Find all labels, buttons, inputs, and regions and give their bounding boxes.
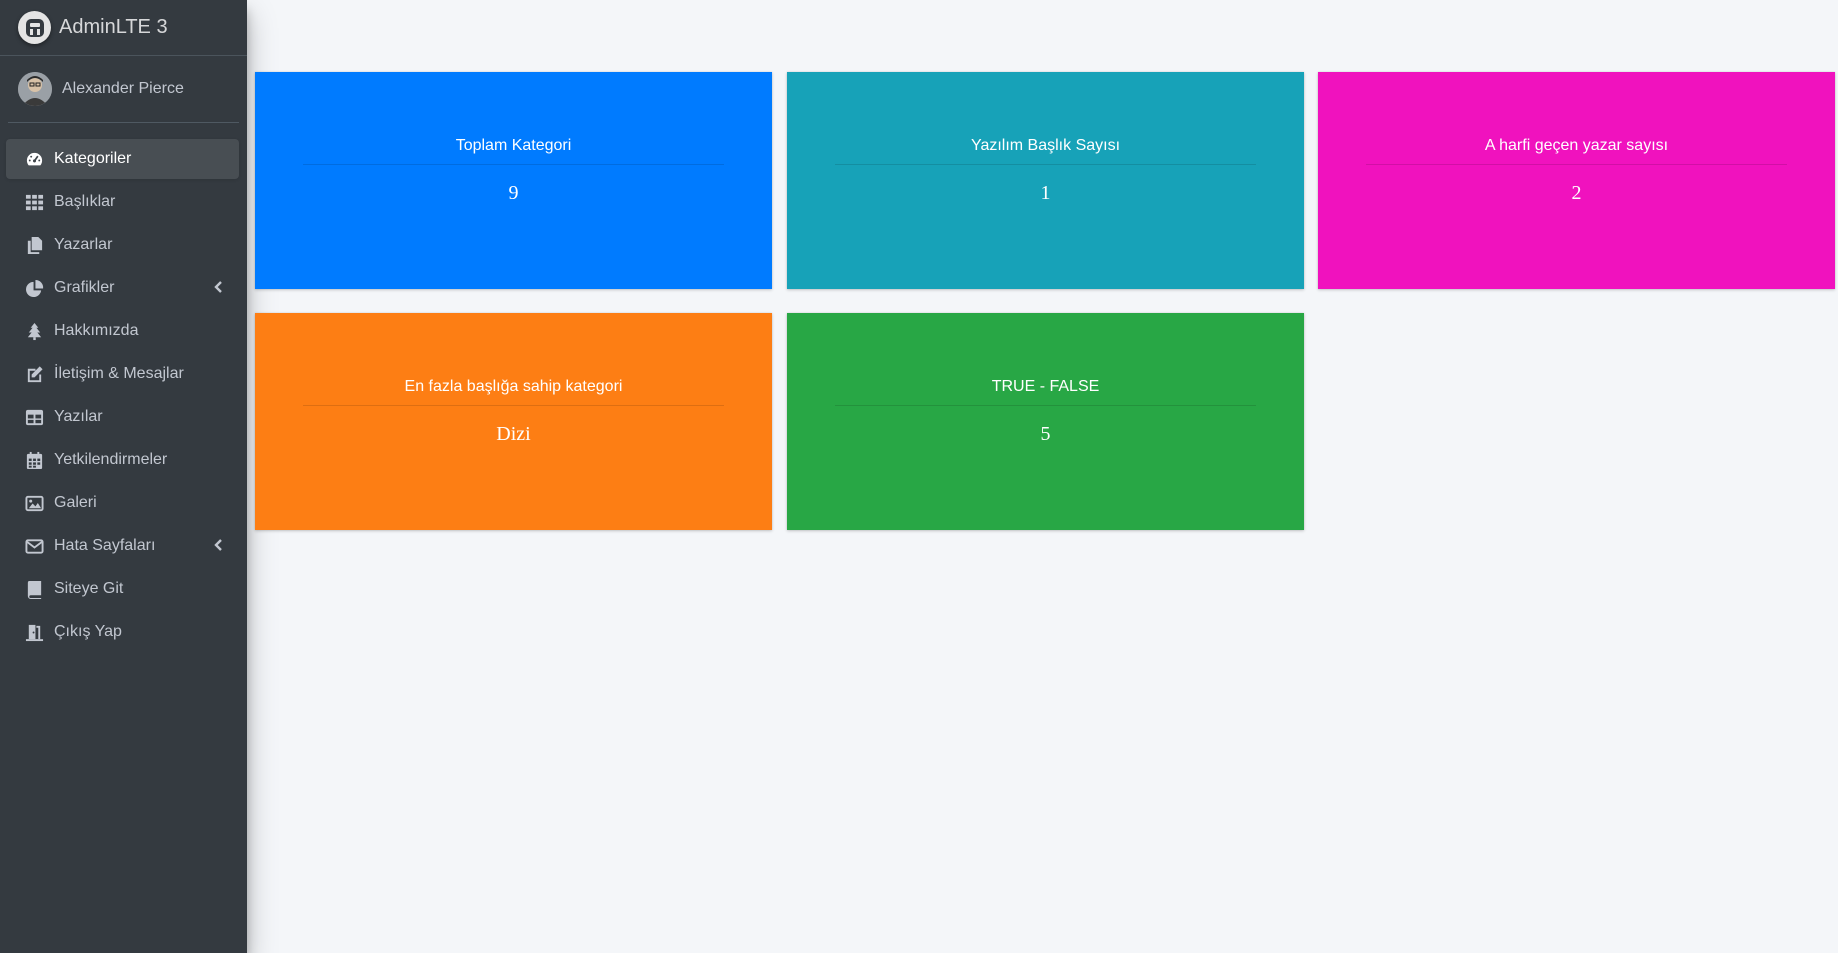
th-grid-icon [24, 192, 44, 212]
sidebar-item-galeri[interactable]: Galeri [6, 483, 239, 523]
sidebar-item-label: Yazılar [54, 408, 103, 425]
sidebar-item-basliklar[interactable]: Başlıklar [6, 182, 239, 222]
card-yazilim-baslik-sayisi: Yazılım Başlık Sayısı 1 [787, 72, 1304, 289]
card-value: Dizi [496, 423, 531, 445]
sidebar-item-hata-sayfalari[interactable]: Hata Sayfaları [6, 526, 239, 566]
image-icon [24, 493, 44, 513]
card-title: TRUE - FALSE [835, 378, 1256, 406]
door-icon [24, 622, 44, 642]
sidebar-item-yazarlar[interactable]: Yazarlar [6, 225, 239, 265]
chevron-left-icon[interactable] [213, 280, 223, 294]
tree-icon [24, 321, 44, 341]
adminlte-logo-icon [18, 11, 51, 44]
user-name[interactable]: Alexander Pierce [62, 80, 184, 98]
calendar-icon [24, 450, 44, 470]
copy-icon [24, 235, 44, 255]
card-toplam-kategori: Toplam Kategori 9 [255, 72, 772, 289]
card-value: 9 [508, 182, 519, 204]
sidebar-item-label: Hata Sayfaları [54, 537, 156, 554]
card-title: Yazılım Başlık Sayısı [835, 137, 1256, 165]
sidebar-item-grafikler[interactable]: Grafikler [6, 268, 239, 308]
sidebar-item-kategoriler[interactable]: Kategoriler [6, 139, 239, 179]
sidebar-item-iletisim[interactable]: İletişim & Mesajlar [6, 354, 239, 394]
card-a-harfi-yazar-sayisi: A harfi geçen yazar sayısı 2 [1318, 72, 1835, 289]
sidebar-item-label: Çıkış Yap [54, 623, 122, 640]
table-icon [24, 407, 44, 427]
chart-pie-icon [24, 278, 44, 298]
sidebar-item-label: Grafikler [54, 279, 115, 296]
sidebar-item-label: Başlıklar [54, 193, 116, 210]
card-title: Toplam Kategori [303, 137, 724, 165]
main-sidebar: AdminLTE 3 Alexander Pierce Kategoriler [0, 0, 247, 953]
sidebar-item-label: Yetkilendirmeler [54, 451, 168, 468]
card-en-fazla-baslik-kategori: En fazla başlığa sahip kategori Dizi [255, 313, 772, 530]
sidebar-item-label: İletişim & Mesajlar [54, 365, 184, 382]
card-value: 5 [1040, 423, 1051, 445]
card-title: A harfi geçen yazar sayısı [1366, 137, 1787, 165]
chevron-left-icon[interactable] [213, 538, 223, 552]
sidebar-item-siteye-git[interactable]: Siteye Git [6, 569, 239, 609]
card-title: En fazla başlığa sahip kategori [303, 378, 724, 406]
sidebar-item-label: Galeri [54, 494, 97, 511]
card-true-false: TRUE - FALSE 5 [787, 313, 1304, 530]
sidebar-item-cikis-yap[interactable]: Çıkış Yap [6, 612, 239, 652]
sidebar-item-hakkimizda[interactable]: Hakkımızda [6, 311, 239, 351]
sidebar-item-label: Yazarlar [54, 236, 113, 253]
card-value: 1 [1040, 182, 1051, 204]
envelope-icon [24, 536, 44, 556]
sidebar-item-yazilar[interactable]: Yazılar [6, 397, 239, 437]
brand-title: AdminLTE 3 [59, 16, 168, 38]
sidebar-item-label: Hakkımızda [54, 322, 139, 339]
sidebar-item-label: Kategoriler [54, 150, 132, 167]
sidebar-item-yetkilendirmeler[interactable]: Yetkilendirmeler [6, 440, 239, 480]
user-panel[interactable]: Alexander Pierce [8, 56, 239, 123]
card-value: 2 [1571, 182, 1582, 204]
book-icon [24, 579, 44, 599]
sidebar-nav: Kategoriler Başlıklar Yazarlar Grafikler [0, 123, 247, 652]
brand-link[interactable]: AdminLTE 3 [0, 0, 247, 56]
sidebar-item-label: Siteye Git [54, 580, 124, 597]
edit-icon [24, 364, 44, 384]
tachometer-icon [24, 149, 44, 169]
user-avatar[interactable] [18, 72, 52, 106]
